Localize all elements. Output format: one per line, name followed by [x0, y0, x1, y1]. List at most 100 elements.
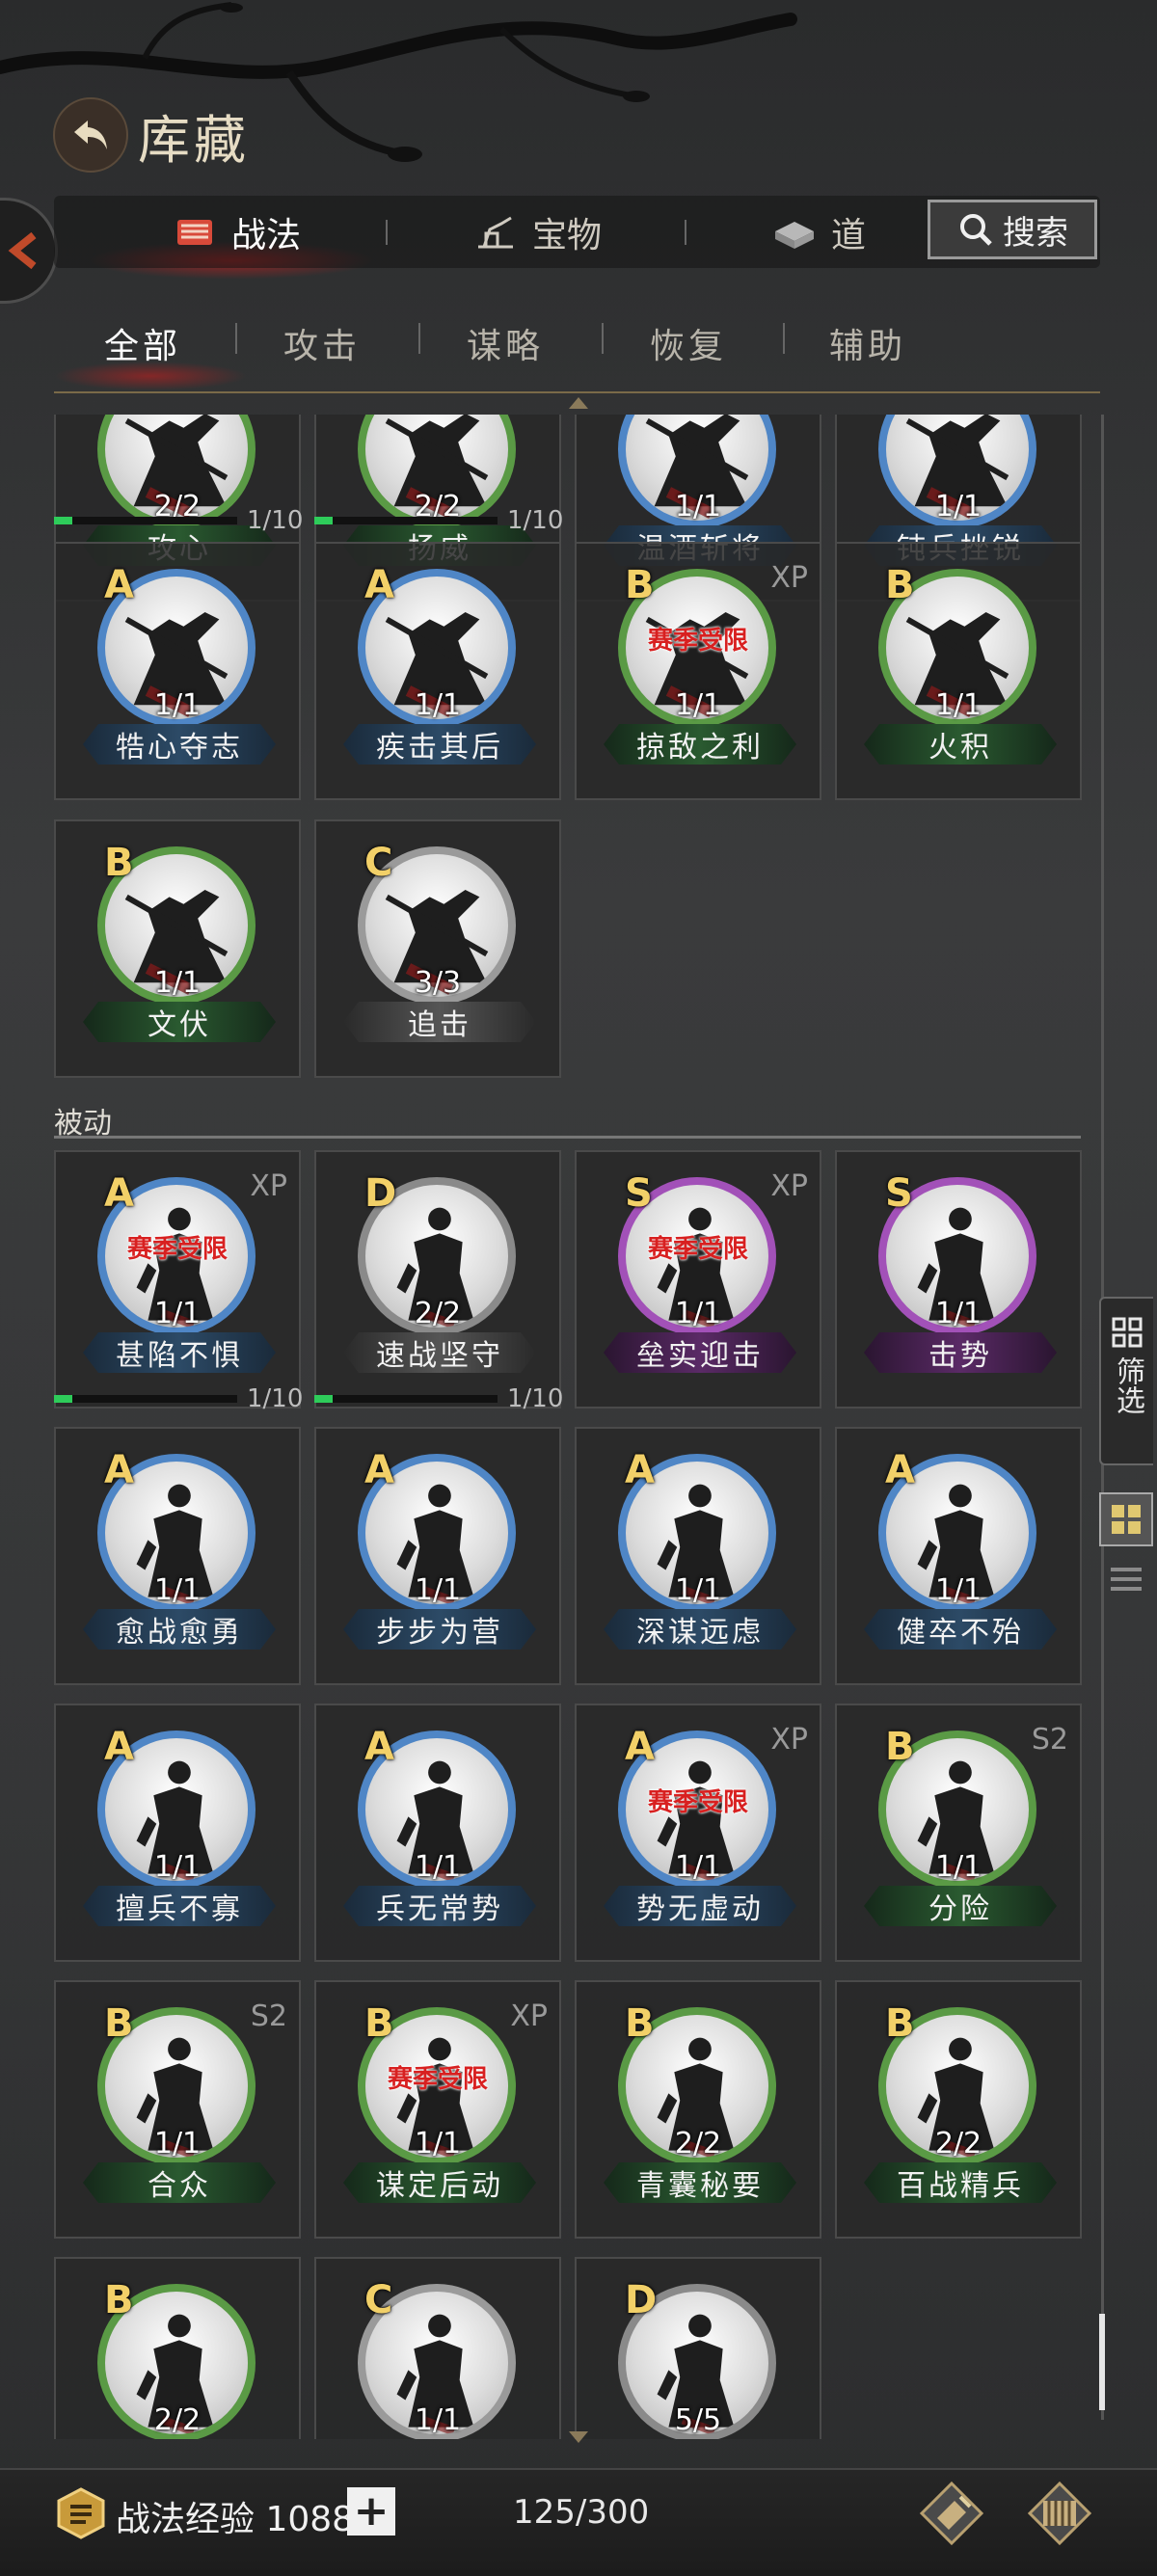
tactic-card[interactable]: S XP 赛季受限 1/1 垒实迎击: [575, 1150, 821, 1409]
tactic-count: 1/1: [153, 1573, 202, 1607]
grade-letter: A: [364, 563, 394, 607]
tactic-count: 1/1: [934, 490, 982, 523]
grade-letter: A: [104, 563, 134, 607]
tactic-count: 1/1: [414, 2127, 462, 2160]
progress-fill: [314, 517, 333, 524]
item-icon: [775, 221, 814, 249]
season-restricted-label: 赛季受限: [647, 1788, 748, 1817]
search-label: 搜索: [1003, 213, 1068, 253]
tactic-count: 1/1: [674, 688, 722, 722]
list-view-icon[interactable]: [1107, 1562, 1145, 1600]
convert-scroll-icon[interactable]: [916, 2478, 987, 2549]
tactic-card[interactable]: C 1/1: [314, 2257, 561, 2439]
tactic-tag: XP: [770, 1723, 808, 1757]
progress-track: [314, 1395, 498, 1403]
tactic-count: 1/1: [934, 1850, 982, 1884]
scroll-down-indicator: [569, 2431, 588, 2443]
tactic-card[interactable]: B 1/1 火积: [835, 542, 1082, 800]
grade-letter: B: [104, 841, 134, 885]
tactic-card[interactable]: B S2 1/1 合众: [54, 1980, 301, 2239]
grade-letter: B: [885, 1725, 915, 1769]
add-exp-button[interactable]: +: [347, 2487, 395, 2536]
tactic-card[interactable]: A 1/1 深谋远虑: [575, 1427, 821, 1685]
tactic-card[interactable]: A 1/1 健卒不殆: [835, 1427, 1082, 1685]
subtab-all[interactable]: 全部: [104, 318, 181, 368]
tactic-card[interactable]: B 2/2 百战精兵: [835, 1980, 1082, 2239]
tactic-exp-label: 战法经验 1088: [116, 2500, 355, 2539]
tactic-count: 1/1: [674, 1850, 722, 1884]
search-button[interactable]: 搜索: [928, 200, 1097, 259]
tactic-count: 2/2: [153, 2403, 202, 2437]
grade-letter: A: [104, 1171, 134, 1216]
tactic-count: 1/1: [934, 688, 982, 722]
season-restricted-label: 赛季受限: [126, 1235, 228, 1264]
tactic-card[interactable]: D 2/2 速战坚守: [314, 1150, 561, 1409]
tactic-card[interactable]: A 1/1 疾击其后: [314, 542, 561, 800]
tactic-card[interactable]: S 1/1 击势: [835, 1150, 1082, 1409]
tactic-card[interactable]: A XP 赛季受限 1/1 势无虚动: [575, 1704, 821, 1962]
tactic-count: 1/1: [153, 1850, 202, 1884]
tactic-card[interactable]: A 1/1 牿心夺志: [54, 542, 301, 800]
progress-track: [54, 517, 237, 524]
season-restricted-label: 赛季受限: [647, 627, 748, 656]
tactic-count: 1/1: [414, 1850, 462, 1884]
back-button[interactable]: [53, 97, 128, 173]
tactic-card[interactable]: B XP 赛季受限 1/1 掠敌之利: [575, 542, 821, 800]
subtab-separator: [783, 323, 785, 354]
tactic-capacity: 125/300: [513, 2493, 650, 2532]
tactic-card[interactable]: A 1/1 愈战愈勇: [54, 1427, 301, 1685]
subtab-attack[interactable]: 攻击: [283, 318, 361, 368]
tactic-card[interactable]: B 2/2: [54, 2257, 301, 2439]
tactic-count: 2/2: [934, 2127, 982, 2160]
tactic-count: 2/2: [414, 1297, 462, 1330]
tactic-name: 分险: [864, 1886, 1057, 1926]
scroll-icon: [177, 219, 212, 245]
scrollbar-thumb[interactable]: [1099, 2314, 1105, 2410]
search-icon: [960, 214, 992, 246]
tactic-tag: XP: [510, 1999, 548, 2033]
grid-view-button[interactable]: [1099, 1492, 1153, 1546]
tactic-card[interactable]: B 1/1 文伏: [54, 819, 301, 1078]
tactic-card[interactable]: B 2/2 青囊秘要: [575, 1980, 821, 2239]
tactic-exp-icon: [57, 2487, 105, 2539]
subtab-strategy[interactable]: 谋略: [467, 318, 544, 368]
subtab-recovery[interactable]: 恢复: [650, 318, 727, 368]
tactic-card[interactable]: B S2 1/1 分险: [835, 1704, 1082, 1962]
grade-letter: B: [885, 2001, 915, 2046]
subtab-separator: [602, 323, 604, 354]
filter-button[interactable]: 筛选: [1099, 1297, 1153, 1465]
tactic-name: 击势: [864, 1332, 1057, 1373]
tactic-name: 速战坚守: [343, 1332, 536, 1373]
tactic-card[interactable]: D 5/5: [575, 2257, 821, 2439]
tactic-card[interactable]: A 1/1 步步为营: [314, 1427, 561, 1685]
grade-letter: A: [104, 1448, 134, 1492]
tactic-count: 1/1: [934, 1297, 982, 1330]
tactic-name: 青囊秘要: [604, 2162, 796, 2203]
inventory-scroll-icon[interactable]: [1024, 2478, 1095, 2549]
tactic-card[interactable]: C 3/3 追击: [314, 819, 561, 1078]
tactic-name: 文伏: [83, 1002, 276, 1042]
tactic-name: 步步为营: [343, 1609, 536, 1650]
tactic-card[interactable]: A XP 赛季受限 1/1 甚陷不惧: [54, 1150, 301, 1409]
grid-view-icon: [1112, 1505, 1141, 1534]
tactic-card[interactable]: A 1/1 兵无常势: [314, 1704, 561, 1962]
subtab-divider: [54, 391, 1100, 393]
progress-track: [54, 1395, 237, 1403]
tab-tactics[interactable]: 战法: [172, 196, 301, 268]
grade-letter: B: [104, 2278, 134, 2322]
progress-text: 1/10: [247, 1384, 304, 1413]
tactic-card[interactable]: A 1/1 擅兵不寡: [54, 1704, 301, 1962]
tactic-card[interactable]: B XP 赛季受限 1/1 谋定后动: [314, 1980, 561, 2239]
tactics-list[interactable]: 2/2攻心1/102/2扬威1/101/1温酒斩将1/1钝兵挫锐A1/1牿心夺志…: [0, 415, 1157, 2439]
subtab-support[interactable]: 辅助: [829, 318, 906, 368]
tactic-count: 1/1: [153, 1297, 202, 1330]
tactic-progress: 1/10: [54, 506, 303, 535]
tactic-name: 愈战愈勇: [83, 1609, 276, 1650]
tactic-name: 合众: [83, 2162, 276, 2203]
tactic-name: 牿心夺志: [83, 724, 276, 765]
tab-treasure[interactable]: 宝物: [472, 196, 602, 268]
tab-treasure-label: 宝物: [532, 215, 603, 255]
tab-items[interactable]: 道: [771, 196, 866, 268]
season-restricted-label: 赛季受限: [387, 2065, 488, 2094]
filter-label: 筛选: [1111, 1356, 1144, 1414]
